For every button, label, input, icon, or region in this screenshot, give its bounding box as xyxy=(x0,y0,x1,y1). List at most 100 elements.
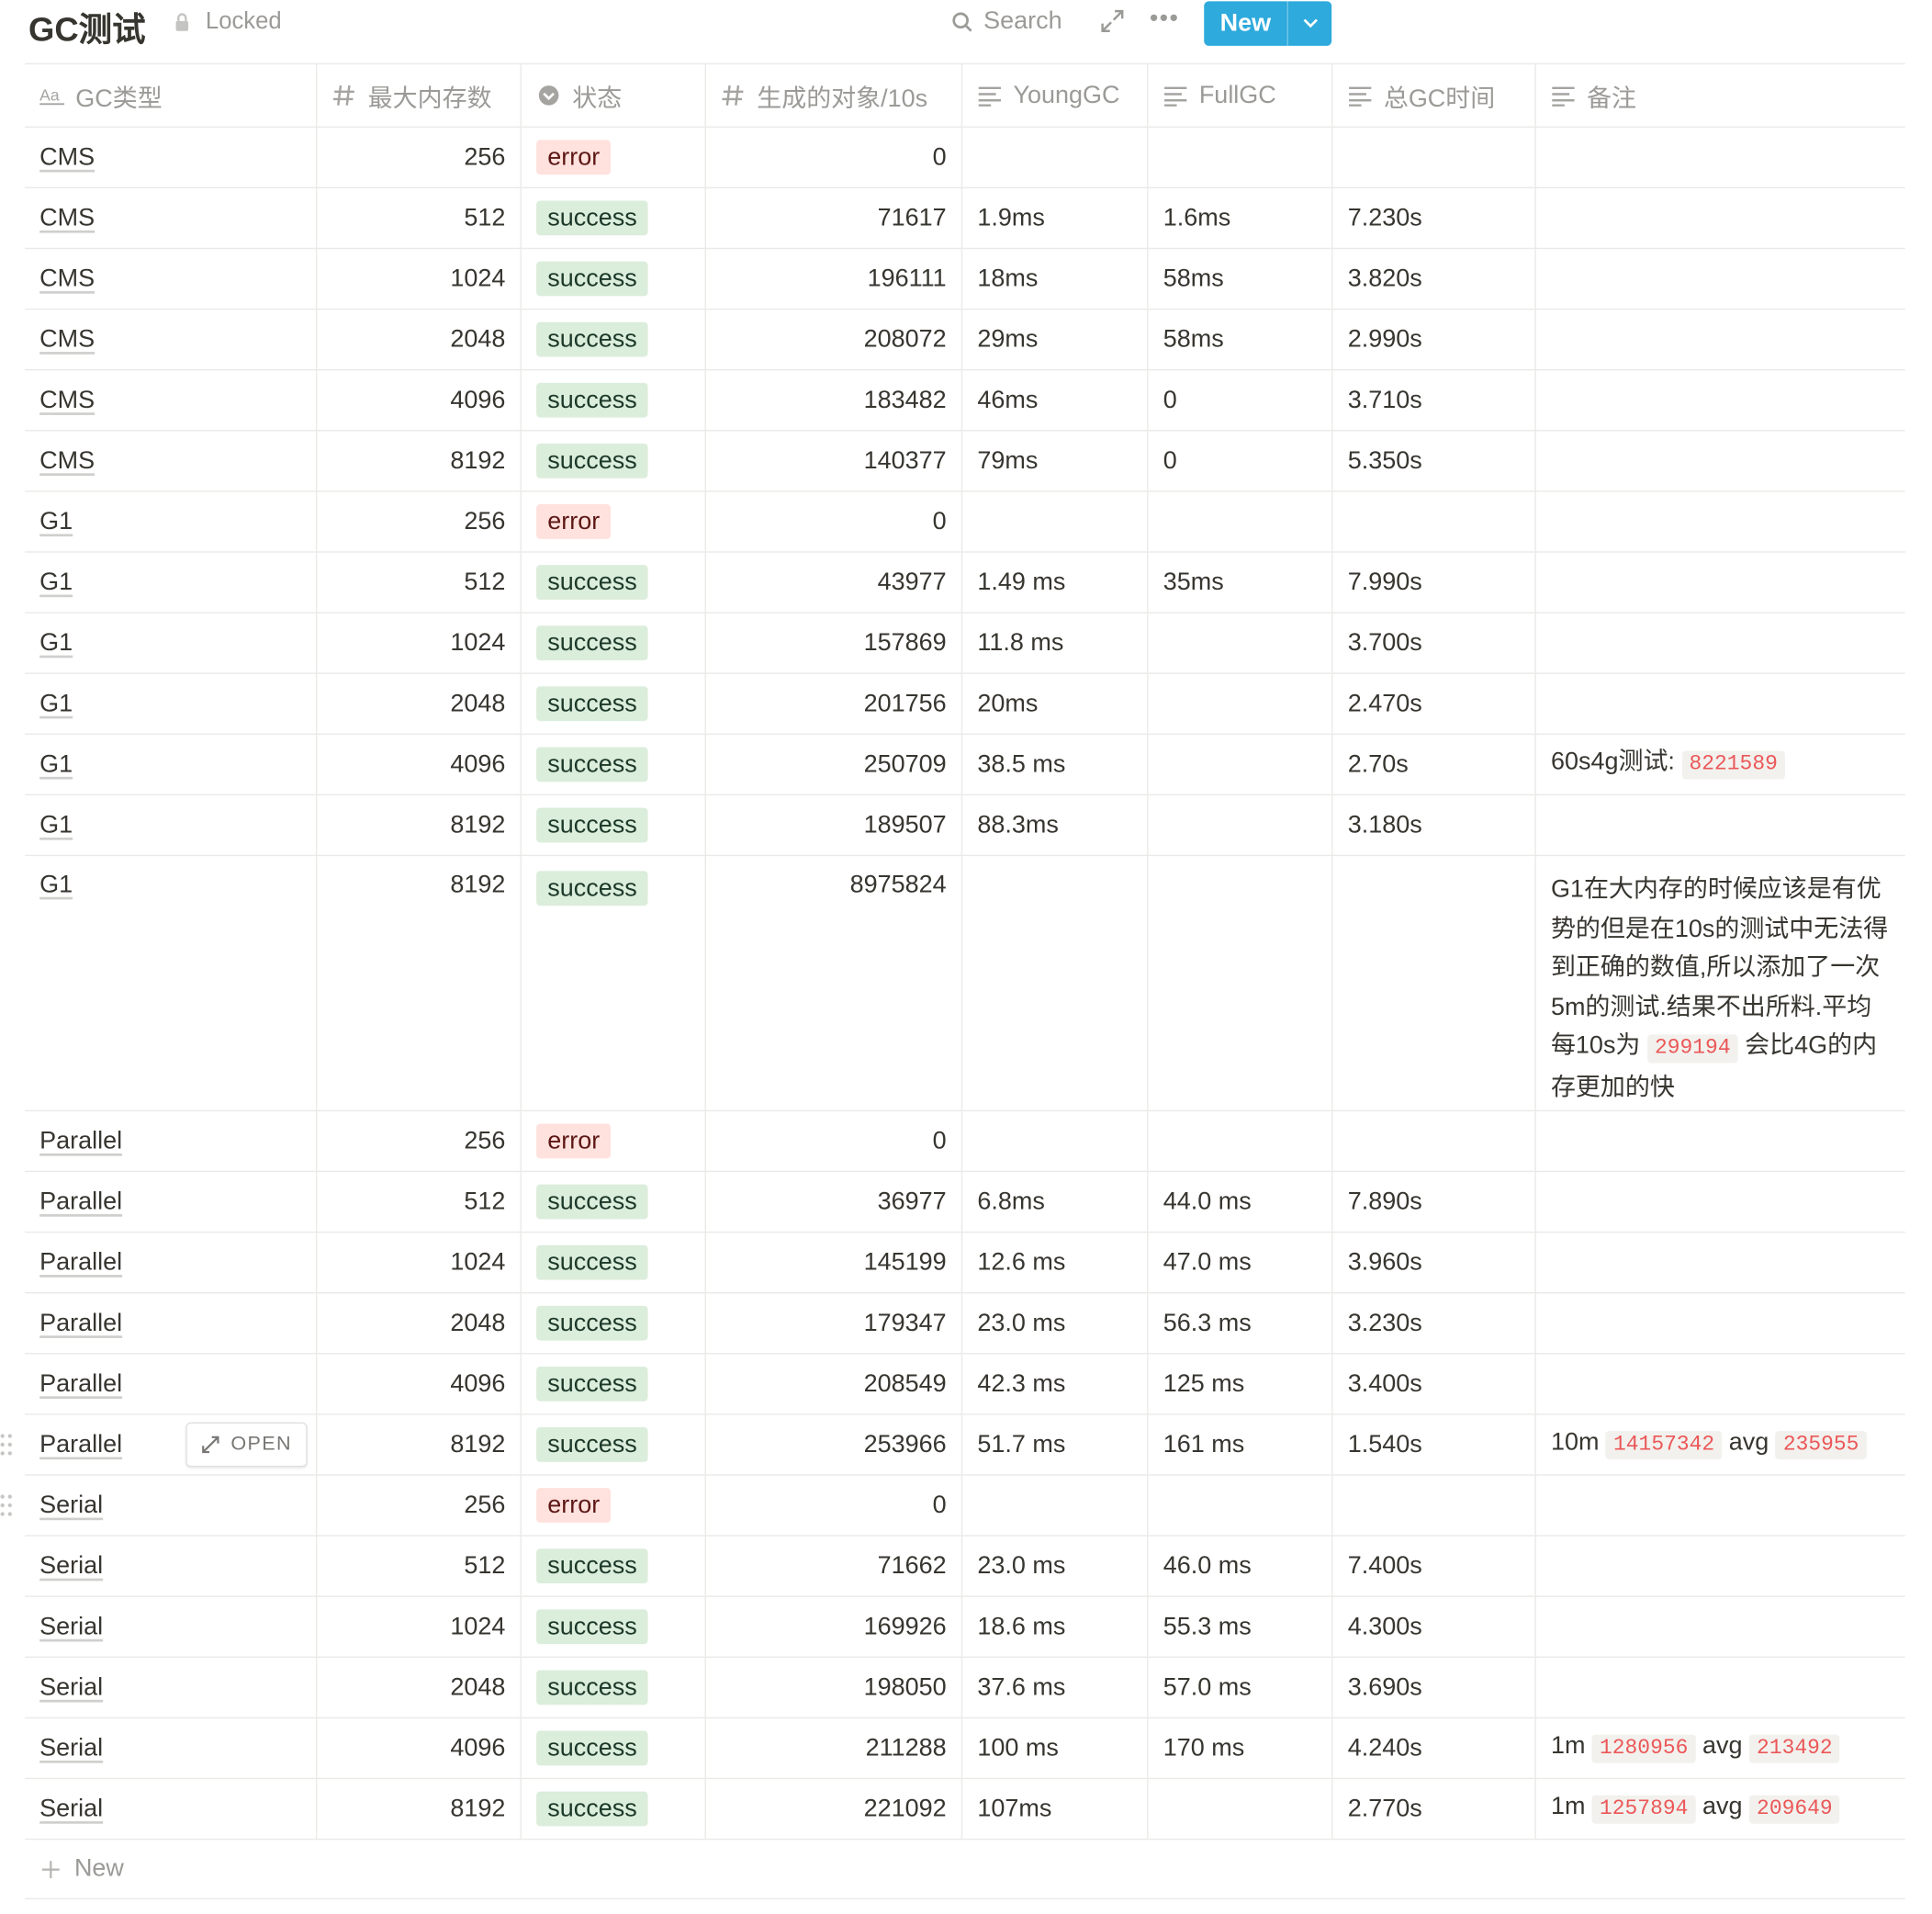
status-cell[interactable]: success xyxy=(522,1536,706,1596)
full-gc-cell[interactable]: 44.0 ms xyxy=(1149,1172,1333,1232)
remarks-cell[interactable]: 1m 1280956 avg 213492 xyxy=(1536,1718,1905,1778)
table-row[interactable]: G1 4096 success 250709 38.5 ms 2.70s 60s4g测试: … xyxy=(24,734,1905,796)
young-gc-cell[interactable] xyxy=(962,1111,1149,1171)
column-header-total-gc-time[interactable]: 总GC时间 xyxy=(1333,64,1536,127)
young-gc-cell[interactable]: 46ms xyxy=(962,370,1149,431)
objects-cell[interactable]: 208549 xyxy=(706,1354,963,1414)
status-cell[interactable]: error xyxy=(522,491,706,552)
status-cell[interactable]: success xyxy=(522,310,706,370)
objects-cell[interactable]: 157869 xyxy=(706,613,963,673)
objects-cell[interactable]: 221092 xyxy=(706,1779,963,1839)
max-memory-cell[interactable]: 256 xyxy=(317,1111,522,1171)
remarks-cell[interactable] xyxy=(1536,795,1905,855)
total-gc-time-cell[interactable]: 3.180s xyxy=(1333,795,1536,855)
max-memory-cell[interactable]: 2048 xyxy=(317,673,522,734)
young-gc-cell[interactable]: 1.9ms xyxy=(962,188,1149,248)
remarks-cell[interactable] xyxy=(1536,553,1905,613)
young-gc-cell[interactable]: 107ms xyxy=(962,1779,1149,1839)
max-memory-cell[interactable]: 2048 xyxy=(317,1657,522,1717)
more-options-icon[interactable]: ••• xyxy=(1150,5,1179,33)
table-row[interactable]: CMS 4096 success 183482 46ms 0 3.710s xyxy=(24,370,1905,432)
add-row-button[interactable]: New xyxy=(24,1840,1905,1900)
full-gc-cell[interactable]: 1.6ms xyxy=(1149,188,1333,248)
status-cell[interactable]: success xyxy=(522,431,706,491)
objects-cell[interactable]: 43977 xyxy=(706,552,963,613)
full-gc-cell[interactable]: 58ms xyxy=(1149,249,1333,309)
young-gc-cell[interactable]: 18.6 ms xyxy=(962,1596,1149,1657)
table-row[interactable]: CMS 8192 success 140377 79ms 0 5.350s xyxy=(24,431,1905,492)
full-gc-cell[interactable]: 125 ms xyxy=(1149,1354,1333,1414)
gc-type-name[interactable]: Parallel xyxy=(39,1188,122,1216)
young-gc-cell[interactable]: 12.6 ms xyxy=(962,1233,1149,1293)
full-gc-cell[interactable] xyxy=(1149,127,1333,187)
max-memory-cell[interactable]: 512 xyxy=(317,188,522,248)
table-row[interactable]: G1 512 success 43977 1.49 ms 35ms 7.990s xyxy=(24,552,1905,614)
objects-cell[interactable]: 208072 xyxy=(706,310,963,370)
status-cell[interactable]: error xyxy=(522,127,706,187)
total-gc-time-cell[interactable] xyxy=(1333,1475,1536,1536)
remarks-cell[interactable] xyxy=(1536,674,1905,734)
table-row[interactable]: Parallel 1024 success 145199 12.6 ms 47.0 ms 3… xyxy=(24,1233,1905,1294)
objects-cell[interactable]: 201756 xyxy=(706,673,963,734)
full-gc-cell[interactable] xyxy=(1149,673,1333,734)
remarks-cell[interactable] xyxy=(1536,128,1905,187)
gc-type-name[interactable]: CMS xyxy=(39,204,95,232)
objects-cell[interactable]: 169926 xyxy=(706,1596,963,1657)
gc-type-name[interactable]: G1 xyxy=(39,871,73,899)
status-cell[interactable]: success xyxy=(522,188,706,248)
total-gc-time-cell[interactable]: 3.700s xyxy=(1333,613,1536,673)
total-gc-time-cell[interactable]: 3.690s xyxy=(1333,1657,1536,1717)
status-cell[interactable]: success xyxy=(522,1657,706,1717)
objects-cell[interactable]: 189507 xyxy=(706,795,963,855)
max-memory-cell[interactable]: 4096 xyxy=(317,1718,522,1778)
gc-type-name[interactable]: Serial xyxy=(39,1734,103,1762)
gc-type-name[interactable]: CMS xyxy=(39,325,95,354)
status-cell[interactable]: success xyxy=(522,1172,706,1232)
max-memory-cell[interactable]: 8192 xyxy=(317,856,522,1110)
column-header-objects-per-10s[interactable]: 生成的对象/10s xyxy=(706,64,963,127)
total-gc-time-cell[interactable]: 4.240s xyxy=(1333,1718,1536,1778)
young-gc-cell[interactable]: 23.0 ms xyxy=(962,1293,1149,1354)
status-cell[interactable]: success xyxy=(522,795,706,855)
objects-cell[interactable]: 8975824 xyxy=(706,856,963,1110)
gc-type-name[interactable]: Serial xyxy=(39,1795,103,1823)
gc-type-name[interactable]: CMS xyxy=(39,265,95,293)
gc-type-name[interactable]: CMS xyxy=(39,143,95,172)
full-gc-cell[interactable] xyxy=(1149,1779,1333,1839)
drag-handle-icon[interactable] xyxy=(0,1432,12,1457)
remarks-cell[interactable] xyxy=(1536,614,1905,673)
total-gc-time-cell[interactable]: 2.470s xyxy=(1333,673,1536,734)
young-gc-cell[interactable]: 37.6 ms xyxy=(962,1657,1149,1717)
max-memory-cell[interactable]: 512 xyxy=(317,1172,522,1232)
gc-type-name[interactable]: G1 xyxy=(39,629,73,658)
max-memory-cell[interactable]: 256 xyxy=(317,491,522,552)
total-gc-time-cell[interactable]: 1.540s xyxy=(1333,1414,1536,1475)
gc-type-name[interactable]: Serial xyxy=(39,1613,103,1641)
objects-cell[interactable]: 0 xyxy=(706,1475,963,1536)
column-header-status[interactable]: 状态 xyxy=(522,64,706,127)
column-header-young-gc[interactable]: YoungGC xyxy=(962,64,1149,127)
table-row[interactable]: Serial 1024 success 169926 18.6 ms 55.3 ms 4.3… xyxy=(24,1596,1905,1658)
table-row[interactable]: Parallel OPEN 8192 success 253966 51.7 ms 161 … xyxy=(0,1414,1905,1476)
max-memory-cell[interactable]: 4096 xyxy=(317,370,522,431)
objects-cell[interactable]: 36977 xyxy=(706,1172,963,1232)
table-row[interactable]: Parallel 2048 success 179347 23.0 ms 56.3 ms 3… xyxy=(24,1293,1905,1355)
gc-type-name[interactable]: Serial xyxy=(39,1673,103,1702)
total-gc-time-cell[interactable]: 5.350s xyxy=(1333,431,1536,491)
gc-type-name[interactable]: Parallel xyxy=(39,1248,122,1277)
column-header-remarks[interactable]: 备注 xyxy=(1536,64,1905,126)
max-memory-cell[interactable]: 1024 xyxy=(317,1596,522,1657)
column-header-full-gc[interactable]: FullGC xyxy=(1149,64,1333,127)
objects-cell[interactable]: 183482 xyxy=(706,370,963,431)
status-cell[interactable]: success xyxy=(522,1354,706,1414)
remarks-cell[interactable] xyxy=(1536,1476,1905,1536)
table-row[interactable]: Parallel 256 error 0 xyxy=(24,1111,1905,1173)
remarks-cell[interactable] xyxy=(1536,1537,1905,1596)
total-gc-time-cell[interactable]: 7.230s xyxy=(1333,188,1536,248)
young-gc-cell[interactable]: 100 ms xyxy=(962,1718,1149,1778)
remarks-cell[interactable] xyxy=(1536,310,1905,369)
status-cell[interactable]: success xyxy=(522,1233,706,1293)
remarks-cell[interactable] xyxy=(1536,431,1905,490)
open-row-button[interactable]: OPEN xyxy=(185,1422,308,1468)
total-gc-time-cell[interactable] xyxy=(1333,491,1536,552)
